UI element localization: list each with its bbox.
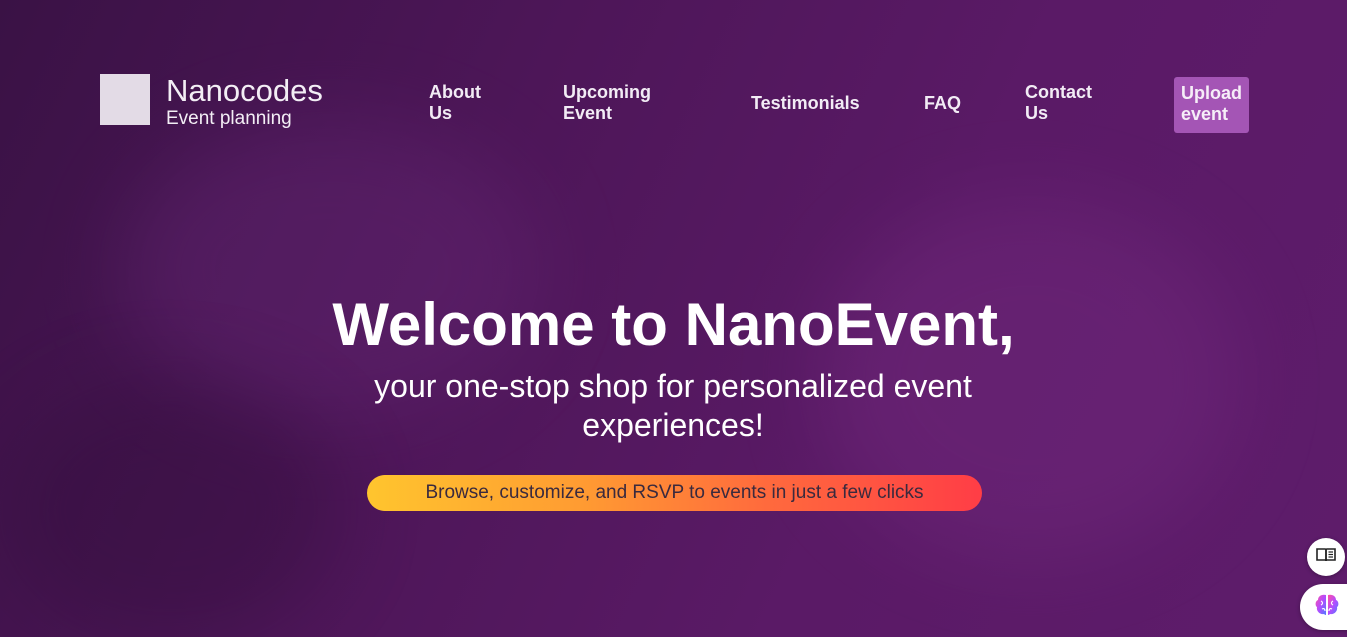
brain-icon [1314, 593, 1340, 622]
hero-subtitle: your one-stop shop for personalized even… [374, 368, 972, 443]
nav-faq[interactable]: FAQ [924, 93, 961, 114]
book-reader-icon [1316, 547, 1336, 568]
reader-widget-button[interactable] [1307, 538, 1345, 576]
upload-event-button[interactable]: Upload event [1174, 77, 1249, 133]
brand-name[interactable]: Nanocodes [166, 74, 323, 108]
assistant-widget-button[interactable] [1300, 584, 1347, 630]
nav-about-us[interactable]: About Us [429, 82, 499, 124]
hero-title: Welcome to NanoEvent, [332, 291, 1015, 358]
brand-tagline: Event planning [166, 108, 292, 129]
nav-upcoming-event[interactable]: Upcoming Event [563, 82, 673, 124]
nav-testimonials[interactable]: Testimonials [751, 93, 860, 114]
logo-image[interactable] [100, 74, 150, 125]
hero-tagline-pill: Browse, customize, and RSVP to events in… [367, 475, 982, 511]
nav-contact-us[interactable]: Contact Us [1025, 82, 1115, 124]
